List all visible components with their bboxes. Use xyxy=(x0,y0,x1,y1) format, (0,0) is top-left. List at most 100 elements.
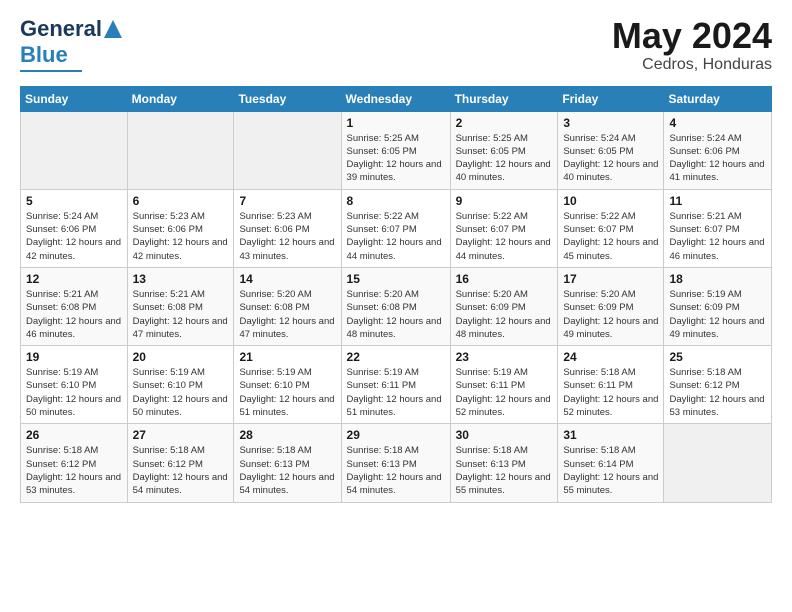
header-saturday: Saturday xyxy=(664,86,772,111)
day-info: Sunrise: 5:21 AM Sunset: 6:08 PM Dayligh… xyxy=(133,288,229,341)
day-info: Sunrise: 5:18 AM Sunset: 6:12 PM Dayligh… xyxy=(133,444,229,497)
day-number: 26 xyxy=(26,428,122,442)
calendar-cell: 26 Sunrise: 5:18 AM Sunset: 6:12 PM Dayli… xyxy=(21,424,128,502)
calendar-cell: 24 Sunrise: 5:18 AM Sunset: 6:11 PM Dayli… xyxy=(558,346,664,424)
day-info: Sunrise: 5:20 AM Sunset: 6:09 PM Dayligh… xyxy=(563,288,658,341)
day-info: Sunrise: 5:18 AM Sunset: 6:11 PM Dayligh… xyxy=(563,366,658,419)
calendar-cell: 11 Sunrise: 5:21 AM Sunset: 6:07 PM Dayli… xyxy=(664,189,772,267)
day-info: Sunrise: 5:22 AM Sunset: 6:07 PM Dayligh… xyxy=(347,210,445,263)
calendar-cell: 5 Sunrise: 5:24 AM Sunset: 6:06 PM Daylig… xyxy=(21,189,128,267)
calendar-cell: 21 Sunrise: 5:19 AM Sunset: 6:10 PM Dayli… xyxy=(234,346,341,424)
calendar-cell: 25 Sunrise: 5:18 AM Sunset: 6:12 PM Dayli… xyxy=(664,346,772,424)
day-number: 6 xyxy=(133,194,229,208)
day-info: Sunrise: 5:19 AM Sunset: 6:10 PM Dayligh… xyxy=(133,366,229,419)
calendar-cell: 20 Sunrise: 5:19 AM Sunset: 6:10 PM Dayli… xyxy=(127,346,234,424)
header-wednesday: Wednesday xyxy=(341,86,450,111)
day-number: 10 xyxy=(563,194,658,208)
day-number: 11 xyxy=(669,194,766,208)
day-info: Sunrise: 5:19 AM Sunset: 6:10 PM Dayligh… xyxy=(239,366,335,419)
logo: General Blue xyxy=(20,16,122,72)
calendar-cell: 19 Sunrise: 5:19 AM Sunset: 6:10 PM Dayli… xyxy=(21,346,128,424)
day-number: 15 xyxy=(347,272,445,286)
calendar-cell xyxy=(127,111,234,189)
calendar-cell: 13 Sunrise: 5:21 AM Sunset: 6:08 PM Dayli… xyxy=(127,267,234,345)
day-number: 25 xyxy=(669,350,766,364)
calendar-cell: 6 Sunrise: 5:23 AM Sunset: 6:06 PM Daylig… xyxy=(127,189,234,267)
calendar-cell: 27 Sunrise: 5:18 AM Sunset: 6:12 PM Dayli… xyxy=(127,424,234,502)
calendar-cell: 16 Sunrise: 5:20 AM Sunset: 6:09 PM Dayli… xyxy=(450,267,558,345)
day-number: 23 xyxy=(456,350,553,364)
calendar-cell: 3 Sunrise: 5:24 AM Sunset: 6:05 PM Daylig… xyxy=(558,111,664,189)
day-number: 29 xyxy=(347,428,445,442)
header-sunday: Sunday xyxy=(21,86,128,111)
day-number: 27 xyxy=(133,428,229,442)
calendar-cell: 2 Sunrise: 5:25 AM Sunset: 6:05 PM Daylig… xyxy=(450,111,558,189)
header: General Blue May 2024 Cedros, Honduras xyxy=(20,16,772,74)
calendar-cell: 17Sunrise: 5:20 AM Sunset: 6:09 PM Dayli… xyxy=(558,267,664,345)
day-number: 14 xyxy=(239,272,335,286)
day-number: 8 xyxy=(347,194,445,208)
day-info: Sunrise: 5:19 AM Sunset: 6:11 PM Dayligh… xyxy=(347,366,445,419)
location: Cedros, Honduras xyxy=(612,56,772,74)
day-info: Sunrise: 5:18 AM Sunset: 6:12 PM Dayligh… xyxy=(669,366,766,419)
day-info: Sunrise: 5:19 AM Sunset: 6:11 PM Dayligh… xyxy=(456,366,553,419)
day-info: Sunrise: 5:19 AM Sunset: 6:09 PM Dayligh… xyxy=(669,288,766,341)
calendar-cell: 12 Sunrise: 5:21 AM Sunset: 6:08 PM Dayli… xyxy=(21,267,128,345)
day-info: Sunrise: 5:18 AM Sunset: 6:13 PM Dayligh… xyxy=(239,444,335,497)
calendar-cell xyxy=(664,424,772,502)
logo-general: General xyxy=(20,16,102,42)
day-info: Sunrise: 5:21 AM Sunset: 6:08 PM Dayligh… xyxy=(26,288,122,341)
calendar-cell: 8 Sunrise: 5:22 AM Sunset: 6:07 PM Daylig… xyxy=(341,189,450,267)
day-info: Sunrise: 5:23 AM Sunset: 6:06 PM Dayligh… xyxy=(239,210,335,263)
title-block: May 2024 Cedros, Honduras xyxy=(612,16,772,74)
day-info: Sunrise: 5:22 AM Sunset: 6:07 PM Dayligh… xyxy=(456,210,553,263)
day-number: 20 xyxy=(133,350,229,364)
calendar-week-row: 19 Sunrise: 5:19 AM Sunset: 6:10 PM Dayli… xyxy=(21,346,772,424)
day-info: Sunrise: 5:24 AM Sunset: 6:06 PM Dayligh… xyxy=(669,132,766,185)
day-number: 24 xyxy=(563,350,658,364)
day-number: 2 xyxy=(456,116,553,130)
calendar-cell: 23 Sunrise: 5:19 AM Sunset: 6:11 PM Dayli… xyxy=(450,346,558,424)
day-number: 7 xyxy=(239,194,335,208)
calendar-week-row: 1 Sunrise: 5:25 AM Sunset: 6:05 PM Daylig… xyxy=(21,111,772,189)
day-info: Sunrise: 5:20 AM Sunset: 6:08 PM Dayligh… xyxy=(347,288,445,341)
calendar-cell: 9 Sunrise: 5:22 AM Sunset: 6:07 PM Daylig… xyxy=(450,189,558,267)
day-info: Sunrise: 5:23 AM Sunset: 6:06 PM Dayligh… xyxy=(133,210,229,263)
day-info: Sunrise: 5:18 AM Sunset: 6:14 PM Dayligh… xyxy=(563,444,658,497)
day-info: Sunrise: 5:18 AM Sunset: 6:12 PM Dayligh… xyxy=(26,444,122,497)
day-info: Sunrise: 5:25 AM Sunset: 6:05 PM Dayligh… xyxy=(347,132,445,185)
day-number: 19 xyxy=(26,350,122,364)
day-info: Sunrise: 5:21 AM Sunset: 6:07 PM Dayligh… xyxy=(669,210,766,263)
calendar-week-row: 12 Sunrise: 5:21 AM Sunset: 6:08 PM Dayli… xyxy=(21,267,772,345)
day-number: 22 xyxy=(347,350,445,364)
day-info: Sunrise: 5:22 AM Sunset: 6:07 PM Dayligh… xyxy=(563,210,658,263)
day-number: 12 xyxy=(26,272,122,286)
day-info: Sunrise: 5:24 AM Sunset: 6:05 PM Dayligh… xyxy=(563,132,658,185)
calendar-cell: 31Sunrise: 5:18 AM Sunset: 6:14 PM Dayli… xyxy=(558,424,664,502)
calendar-cell: 30Sunrise: 5:18 AM Sunset: 6:13 PM Dayli… xyxy=(450,424,558,502)
page: General Blue May 2024 Cedros, Honduras S… xyxy=(0,0,792,612)
calendar-cell: 22 Sunrise: 5:19 AM Sunset: 6:11 PM Dayli… xyxy=(341,346,450,424)
calendar-cell: 14Sunrise: 5:20 AM Sunset: 6:08 PM Dayli… xyxy=(234,267,341,345)
month-year: May 2024 xyxy=(612,16,772,56)
day-info: Sunrise: 5:18 AM Sunset: 6:13 PM Dayligh… xyxy=(456,444,553,497)
day-info: Sunrise: 5:20 AM Sunset: 6:09 PM Dayligh… xyxy=(456,288,553,341)
day-number: 4 xyxy=(669,116,766,130)
day-number: 5 xyxy=(26,194,122,208)
day-number: 16 xyxy=(456,272,553,286)
calendar-table: Sunday Monday Tuesday Wednesday Thursday… xyxy=(20,86,772,503)
day-number: 28 xyxy=(239,428,335,442)
day-number: 13 xyxy=(133,272,229,286)
calendar-cell: 18Sunrise: 5:19 AM Sunset: 6:09 PM Dayli… xyxy=(664,267,772,345)
day-info: Sunrise: 5:25 AM Sunset: 6:05 PM Dayligh… xyxy=(456,132,553,185)
day-number: 3 xyxy=(563,116,658,130)
day-number: 1 xyxy=(347,116,445,130)
day-info: Sunrise: 5:19 AM Sunset: 6:10 PM Dayligh… xyxy=(26,366,122,419)
calendar-week-row: 5 Sunrise: 5:24 AM Sunset: 6:06 PM Daylig… xyxy=(21,189,772,267)
day-number: 21 xyxy=(239,350,335,364)
calendar-cell: 7 Sunrise: 5:23 AM Sunset: 6:06 PM Daylig… xyxy=(234,189,341,267)
calendar-cell: 1 Sunrise: 5:25 AM Sunset: 6:05 PM Daylig… xyxy=(341,111,450,189)
day-info: Sunrise: 5:24 AM Sunset: 6:06 PM Dayligh… xyxy=(26,210,122,263)
day-number: 9 xyxy=(456,194,553,208)
calendar-cell xyxy=(234,111,341,189)
